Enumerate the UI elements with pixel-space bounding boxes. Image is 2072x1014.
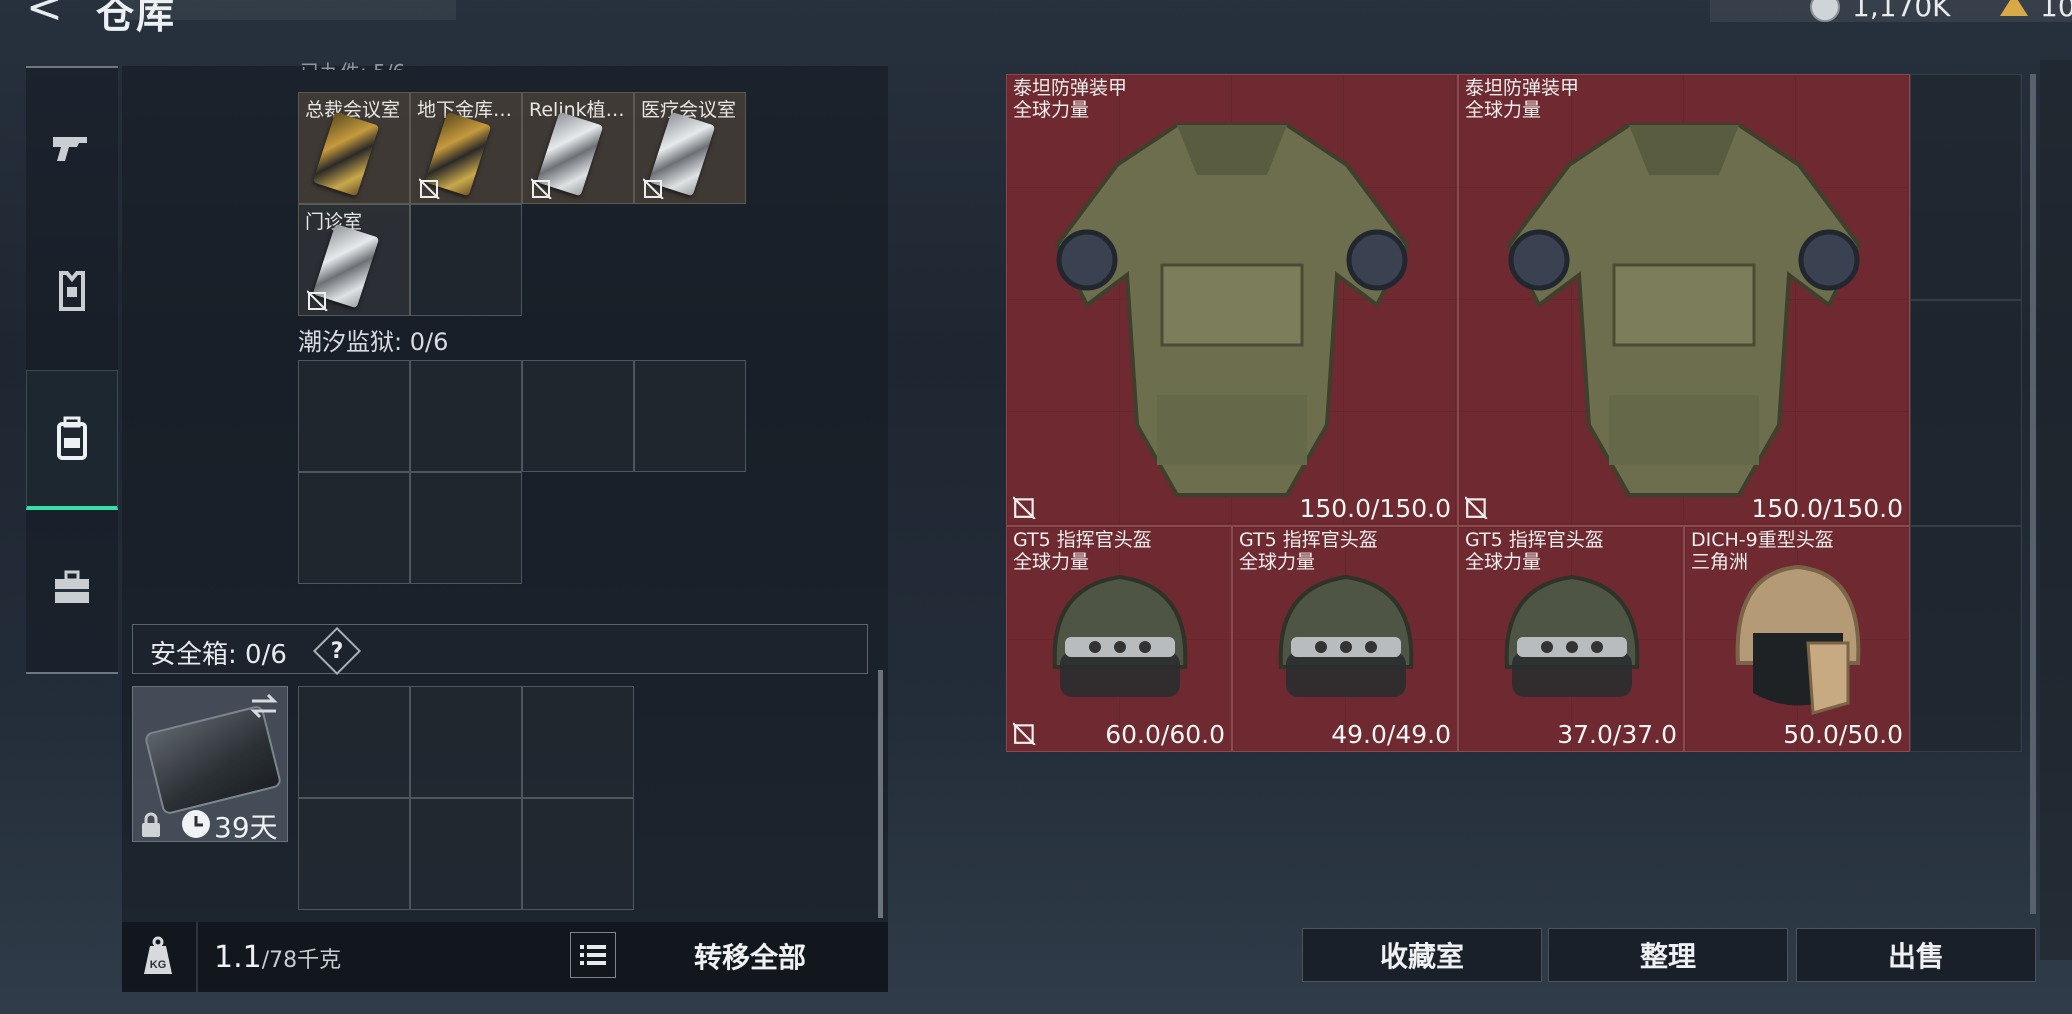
item-durability: 150.0/150.0	[1751, 494, 1903, 523]
keycard-slot[interactable]: 医疗会议室	[634, 92, 746, 204]
section-label-clipped: 已九件: 5/6	[300, 56, 405, 70]
collection-room-button[interactable]: 收藏室	[1302, 928, 1542, 982]
empty-slot[interactable]	[1910, 74, 2022, 300]
keycard-slot[interactable]: Relink植…	[522, 92, 634, 204]
empty-slot[interactable]	[522, 360, 634, 472]
nav-supplies[interactable]	[26, 518, 118, 658]
heavy-helmet-image	[1735, 564, 1861, 715]
back-button[interactable]: <	[26, 0, 63, 30]
item-durability: 49.0/49.0	[1331, 720, 1451, 749]
keycard-slot[interactable]: 门诊室	[298, 204, 410, 316]
svg-text:KG: KG	[150, 959, 167, 971]
list-view-button[interactable]	[570, 932, 616, 978]
side-panel-edge	[2040, 60, 2072, 960]
empty-slot[interactable]	[634, 360, 746, 472]
nav-weapons[interactable]	[26, 76, 118, 216]
empty-slot[interactable]	[410, 360, 522, 472]
stash-item-helmet[interactable]: GT5 指挥官头盔 全球力量 49.0/49.0	[1232, 526, 1458, 752]
empty-slot[interactable]	[298, 360, 410, 472]
locked-icon	[1465, 496, 1488, 519]
locked-icon	[419, 178, 440, 199]
empty-slot[interactable]	[410, 798, 522, 910]
item-faction: 全球力量	[1013, 551, 1090, 573]
safebox-label: 安全箱: 0/6	[150, 640, 287, 670]
weight-current: 1.1	[214, 940, 262, 975]
stash-scrollbar[interactable]	[2030, 74, 2036, 914]
helmet-image	[1278, 574, 1414, 697]
empty-slot[interactable]	[410, 686, 522, 798]
item-name: 泰坦防弹装甲	[1013, 77, 1128, 99]
locked-icon	[643, 178, 664, 199]
list-icon	[580, 945, 606, 965]
item-name: GT5 指挥官头盔	[1013, 529, 1152, 551]
item-faction: 全球力量	[1013, 99, 1090, 121]
backpack-icon	[57, 416, 87, 460]
weight-icon: KG	[144, 936, 172, 974]
vest-icon	[59, 271, 85, 311]
nav-containers[interactable]	[26, 370, 118, 510]
empty-slot[interactable]	[522, 798, 634, 910]
carry-weight: 1.1/78千克	[214, 940, 341, 975]
swap-icon[interactable]	[248, 692, 280, 720]
armor-vest-image	[1506, 123, 1862, 497]
helmet-image	[1504, 574, 1640, 697]
empty-slot[interactable]	[1910, 300, 2022, 526]
coin-balance: 1,170K	[1852, 0, 1951, 23]
transfer-all-button[interactable]: 转移全部	[650, 936, 850, 976]
divider	[196, 922, 198, 992]
prison-keys-label: 潮汐监狱: 0/6	[298, 328, 449, 356]
toolbox-icon	[55, 570, 89, 603]
empty-slot[interactable]	[522, 686, 634, 798]
empty-slot[interactable]	[410, 204, 522, 316]
nav-equipment[interactable]	[26, 222, 118, 362]
empty-slot[interactable]	[298, 686, 410, 798]
inventory-scrollbar[interactable]	[878, 670, 883, 918]
locked-icon	[307, 290, 328, 311]
premium-currency-icon	[2000, 0, 2028, 16]
premium-balance: 10	[2040, 0, 2072, 23]
empty-slot[interactable]	[1910, 526, 2022, 752]
keycard-image	[312, 111, 380, 197]
stash-item-armor[interactable]: 泰坦防弹装甲 全球力量 150.0/150.0	[1458, 74, 1910, 526]
item-name: GT5 指挥官头盔	[1465, 529, 1604, 551]
item-name: DICH-9重型头盔	[1691, 529, 1834, 551]
item-durability: 37.0/37.0	[1557, 720, 1677, 749]
category-nav	[26, 66, 118, 674]
item-name: GT5 指挥官头盔	[1239, 529, 1378, 551]
empty-slot[interactable]	[298, 472, 410, 584]
item-name: 泰坦防弹装甲	[1465, 77, 1580, 99]
locked-icon	[531, 178, 552, 199]
armor-vest-image	[1054, 123, 1410, 497]
empty-slot[interactable]	[410, 472, 522, 584]
item-faction: 全球力量	[1465, 99, 1542, 121]
stash-item-helmet[interactable]: GT5 指挥官头盔 全球力量 37.0/37.0	[1458, 526, 1684, 752]
lock-icon	[142, 812, 160, 837]
clock-icon	[182, 810, 210, 838]
weight-max: /78千克	[261, 948, 342, 973]
stash-item-helmet[interactable]: GT5 指挥官头盔 全球力量 60.0/60.0	[1006, 526, 1232, 752]
item-faction: 全球力量	[1465, 551, 1542, 573]
keycard-slot[interactable]: 总裁会议室	[298, 92, 410, 204]
organize-button[interactable]: 整理	[1548, 928, 1788, 982]
item-durability: 50.0/50.0	[1783, 720, 1903, 749]
item-faction: 三角洲	[1691, 551, 1749, 573]
case-remaining-days: 39天	[214, 811, 278, 844]
stash-item-armor[interactable]: 泰坦防弹装甲 全球力量 150.0/150.0	[1006, 74, 1458, 526]
empty-slot[interactable]	[298, 798, 410, 910]
item-faction: 全球力量	[1239, 551, 1316, 573]
locked-icon	[1013, 722, 1036, 745]
page-title: 仓库	[96, 0, 177, 37]
item-durability: 150.0/150.0	[1299, 494, 1451, 523]
item-durability: 60.0/60.0	[1105, 720, 1225, 749]
stash-item-helmet[interactable]: DICH-9重型头盔 三角洲 50.0/50.0	[1684, 526, 1910, 752]
locked-icon	[1013, 496, 1036, 519]
sell-button[interactable]: 出售	[1796, 928, 2036, 982]
helmet-image	[1052, 574, 1188, 697]
help-icon-glyph: ?	[330, 638, 344, 664]
keycard-slot[interactable]: 地下金库…	[410, 92, 522, 204]
gun-icon	[53, 137, 87, 161]
